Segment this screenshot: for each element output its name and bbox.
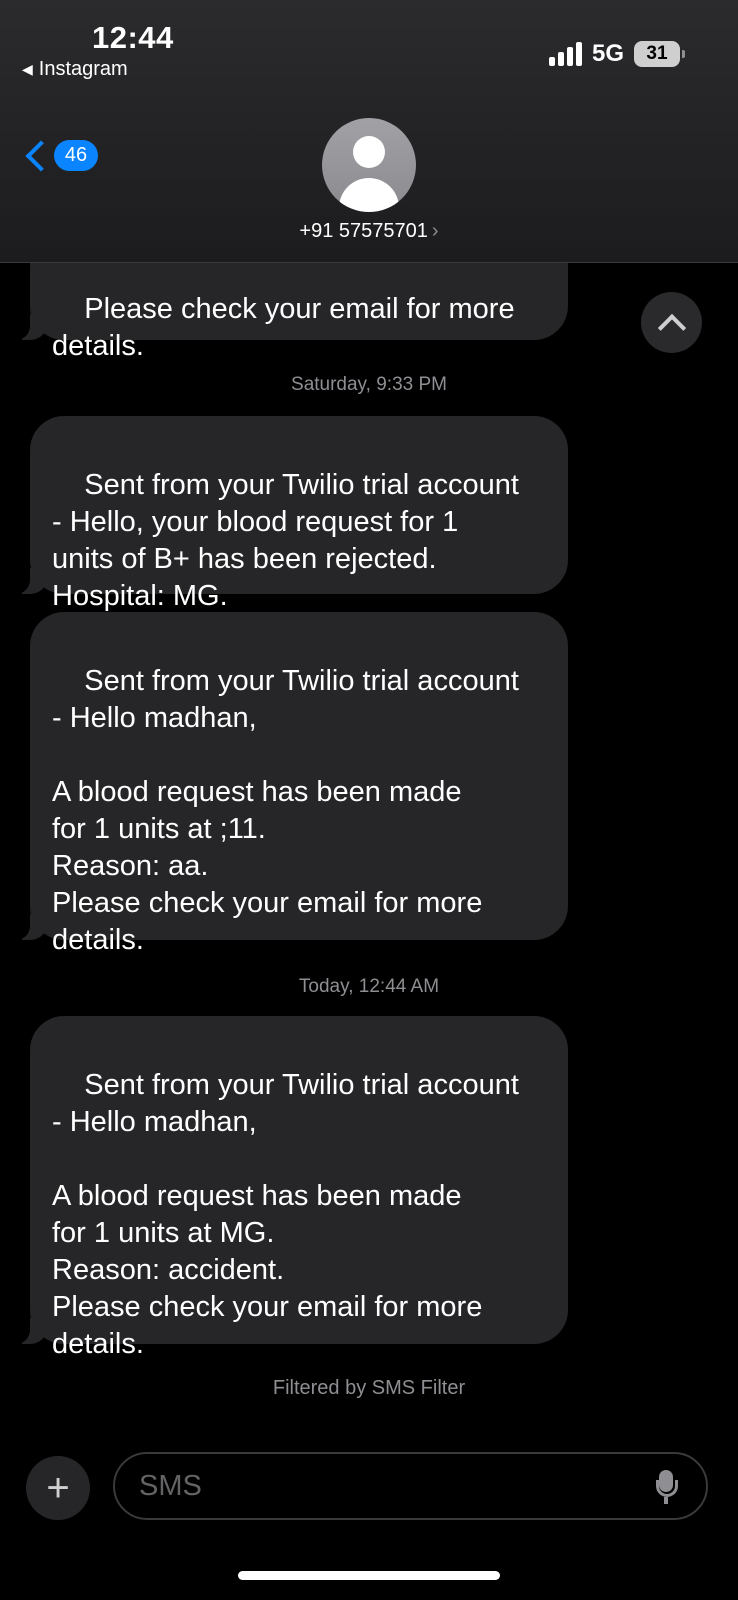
plus-icon: + [46, 1465, 70, 1510]
add-attachment-button[interactable]: + [26, 1456, 90, 1520]
timestamp-time: 9:33 PM [376, 374, 447, 395]
person-icon [353, 136, 385, 168]
timestamp-day: Saturday, [291, 374, 371, 395]
conversation-header: 12:44 ◀ Instagram 5G 31 46 +91 57575701 › [0, 0, 738, 263]
unread-count-badge: 46 [54, 140, 98, 171]
message-text: Please check your email for more details… [52, 293, 515, 362]
contact-name: +91 57575701 [299, 220, 428, 242]
timestamp-day: Today, [298, 976, 354, 997]
cellular-signal-icon [548, 42, 582, 66]
timestamp: Saturday, 9:33 PM [0, 374, 738, 396]
back-triangle-icon: ◀ [22, 61, 33, 77]
message-text: Sent from your Twilio trial account - He… [52, 1069, 519, 1360]
microphone-icon[interactable] [656, 1470, 678, 1504]
chevron-up-icon [657, 313, 686, 342]
back-app-label: Instagram [38, 58, 128, 80]
scroll-up-button[interactable] [641, 292, 702, 353]
sms-input[interactable] [113, 1452, 708, 1520]
message-bubble[interactable]: Sent from your Twilio trial account - He… [12, 612, 568, 956]
battery-level: 31 [646, 43, 668, 64]
chevron-right-icon: › [431, 220, 439, 242]
message-composer: + [0, 1452, 738, 1532]
message-text: Sent from your Twilio trial account - He… [52, 665, 519, 956]
status-time: 12:44 [92, 20, 174, 55]
timestamp-time: 12:44 AM [358, 976, 440, 997]
back-button[interactable]: 46 [25, 139, 98, 172]
network-type: 5G [591, 40, 624, 67]
status-icons: 5G 31 [548, 40, 685, 68]
message-text: Sent from your Twilio trial account - He… [52, 469, 519, 612]
chevron-left-icon [25, 139, 57, 172]
message-bubble[interactable]: Sent from your Twilio trial account - He… [12, 1016, 568, 1360]
message-bubble[interactable]: Sent from your Twilio trial account - He… [12, 416, 568, 612]
timestamp: Today, 12:44 AM [0, 976, 738, 998]
filter-note: Filtered by SMS Filter [272, 1377, 466, 1399]
battery-icon: 31 [634, 41, 685, 67]
contact-name-button[interactable]: +91 57575701 › [0, 220, 738, 243]
back-to-app-link[interactable]: ◀ Instagram [22, 58, 128, 81]
home-indicator[interactable] [238, 1571, 500, 1580]
contact-avatar[interactable] [322, 118, 416, 212]
